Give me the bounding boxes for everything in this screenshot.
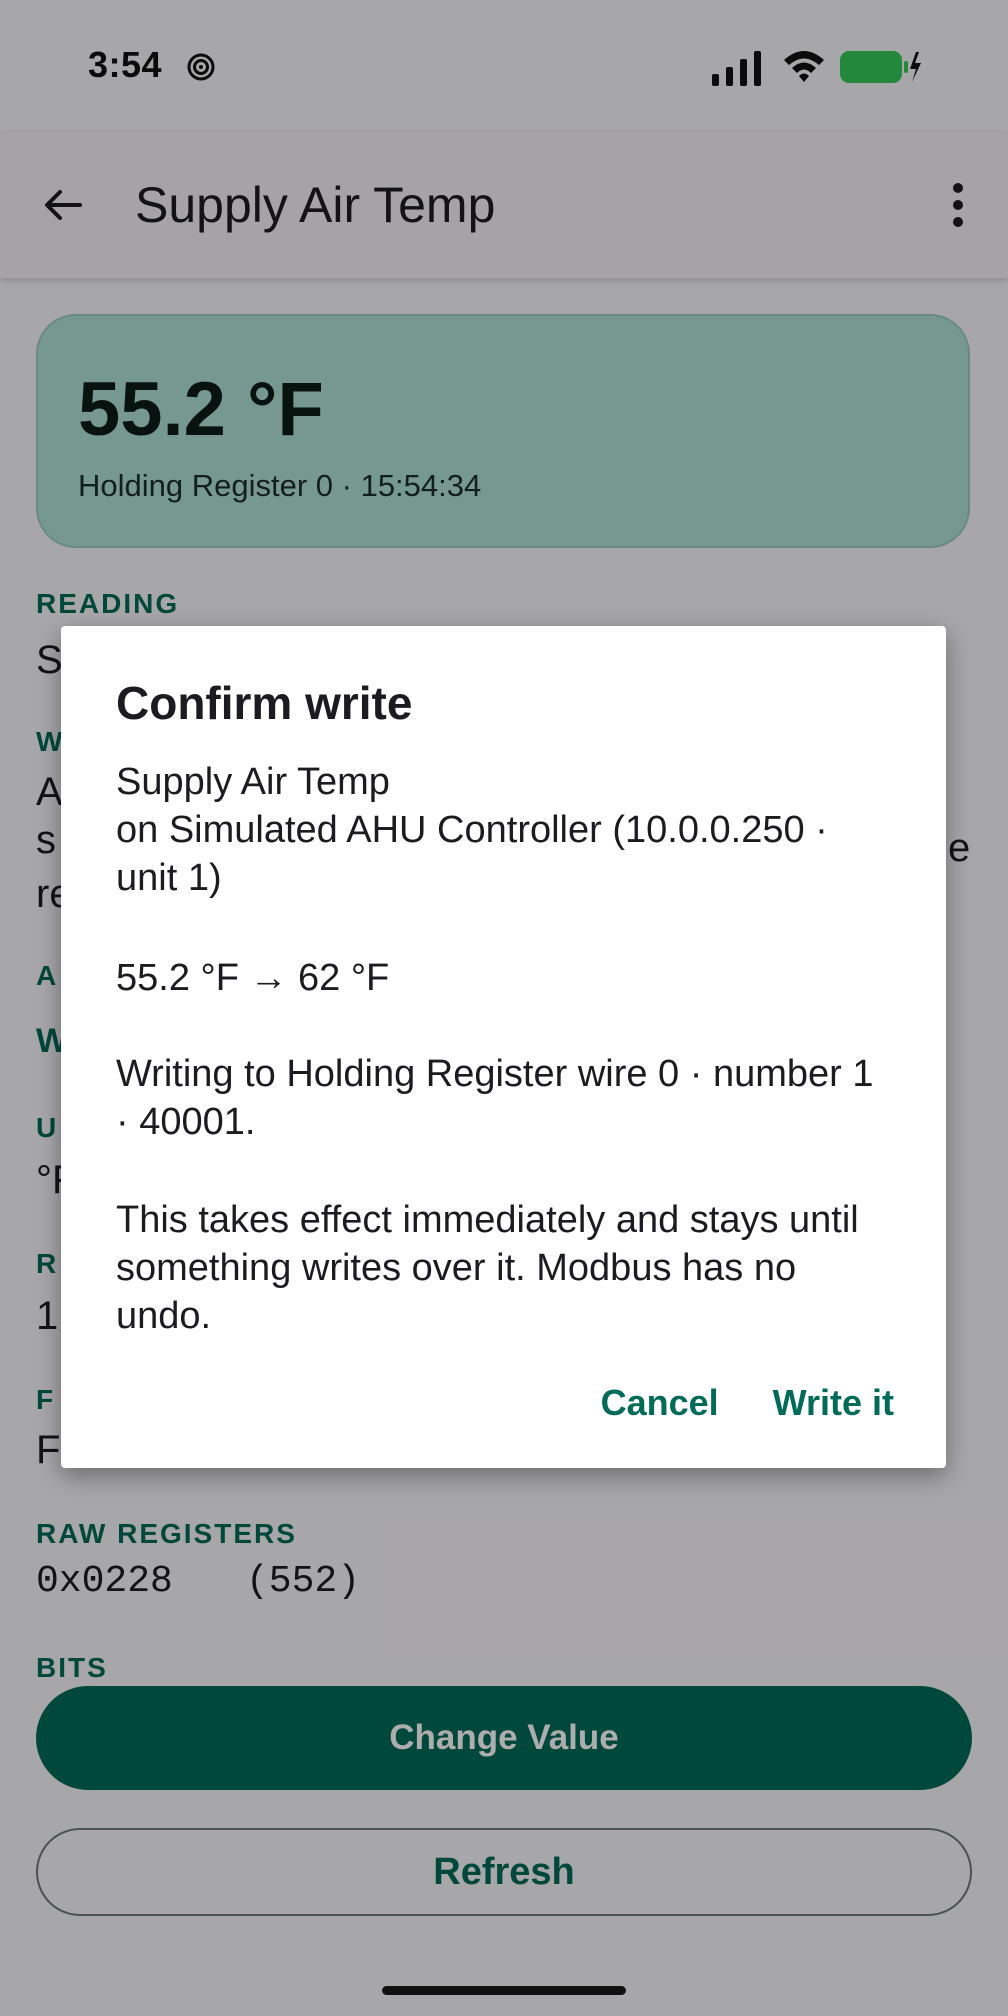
- write-it-button[interactable]: Write it: [773, 1382, 894, 1424]
- cancel-button[interactable]: Cancel: [601, 1382, 719, 1424]
- dialog-target-device: on Simulated AHU Controller (10.0.0.250 …: [116, 809, 828, 899]
- dialog-actions: Cancel Write it: [601, 1382, 894, 1424]
- dialog-address: Writing to Holding Register wire 0 · num…: [116, 1053, 874, 1143]
- dialog-title: Confirm write: [116, 677, 413, 729]
- dialog-value-change: 55.2 °F → 62 °F: [116, 957, 390, 999]
- confirm-write-dialog: Confirm write Supply Air Temp on Simulat…: [61, 626, 946, 1468]
- dialog-target-name: Supply Air Temp: [116, 761, 390, 803]
- dialog-warning: This takes effect immediately and stays …: [116, 1199, 859, 1337]
